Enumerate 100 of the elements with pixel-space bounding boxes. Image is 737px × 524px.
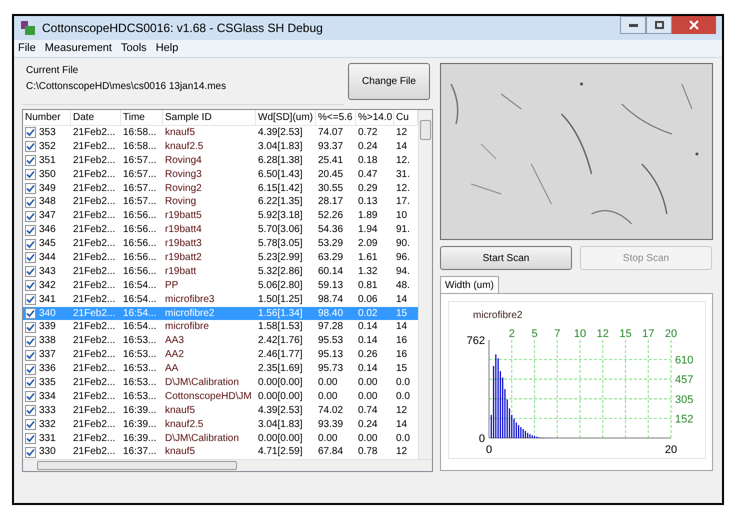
row-checkbox[interactable] — [25, 377, 36, 388]
row-checkbox[interactable] — [25, 364, 36, 375]
table-cell: 16:57... — [123, 168, 156, 182]
scan-button[interactable]: Start Scan — [440, 246, 572, 270]
row-checkbox[interactable] — [25, 336, 36, 347]
table-cell: 16:56... — [123, 264, 156, 279]
table-cell: 341 — [39, 292, 56, 307]
table-cell: 21Feb2... — [73, 154, 116, 168]
row-checkbox[interactable] — [25, 322, 36, 333]
table-row[interactable]: 352 21Feb2... 16:58... knauf2.5 3.04[1.83] 93.37 0.24 14 — [23, 140, 418, 154]
table-row[interactable]: 343 21Feb2... 16:56... r19batt 5.32[2.86] 60.14 1.32 94. — [23, 264, 418, 279]
minimize-button[interactable] — [620, 16, 646, 34]
table-cell: 16:53... — [123, 334, 156, 348]
row-checkbox[interactable] — [25, 238, 36, 250]
row-checkbox[interactable] — [25, 210, 36, 222]
table-row[interactable]: 350 21Feb2... 16:57... Roving3 6.50[1.43] 20.45 0.47 31. — [23, 168, 418, 182]
row-checkbox[interactable] — [25, 141, 36, 152]
table-cell: 3.04[1.83] — [258, 140, 302, 154]
table-cell: 0.13 — [358, 195, 378, 210]
app-icon — [20, 20, 36, 36]
table-row[interactable]: 351 21Feb2... 16:57... Roving4 6.28[1.38] 25.41 0.18 12. — [23, 154, 418, 168]
table-cell: 12 — [396, 404, 408, 418]
column-header[interactable]: %<=5.6 — [316, 110, 356, 125]
table-row[interactable]: 336 21Feb2... 16:53... AA 2.35[1.69] 95.73 0.14 15 — [23, 362, 418, 376]
table-row[interactable]: 331 21Feb2... 16:39... D\JM\Calibration 0.00[0.00] 0.00 0.00 0.0 — [23, 432, 418, 446]
row-checkbox[interactable] — [25, 419, 36, 430]
row-checkbox[interactable] — [25, 224, 36, 236]
table-cell: 2.46[1.77] — [258, 348, 302, 362]
table-cell: 12. — [396, 154, 410, 168]
row-checkbox[interactable] — [25, 446, 36, 458]
row-checkbox[interactable] — [25, 294, 36, 306]
table-cell: 0.00 — [358, 376, 378, 390]
vertical-scrollbar[interactable] — [418, 110, 432, 459]
row-checkbox[interactable] — [25, 350, 36, 361]
column-header[interactable]: Time — [121, 110, 163, 125]
tab[interactable]: Width (um) — [440, 276, 499, 293]
table-cell: r19batt — [165, 264, 196, 279]
table-row[interactable]: 330 21Feb2... 16:37... knauf5 4.71[2.59] 67.84 0.78 12 — [23, 445, 418, 459]
table-cell: 0.18 — [358, 154, 378, 168]
table-row[interactable]: 345 21Feb2... 16:56... r19batt3 5.78[3.05] 53.29 2.09 90. — [23, 237, 418, 252]
table-cell: 343 — [39, 264, 56, 279]
table-cell: 48. — [396, 278, 410, 293]
table-cell: 16:56... — [123, 250, 156, 265]
horizontal-scrollbar[interactable] — [23, 459, 432, 471]
menu-item[interactable]: Measurement — [44, 40, 112, 57]
column-header[interactable]: %>14.0 — [356, 110, 394, 125]
table-row[interactable]: 348 21Feb2... 16:57... Roving 6.22[1.35] 28.17 0.13 17. — [23, 195, 418, 210]
menu-item[interactable]: Tools — [121, 40, 147, 57]
close-button[interactable] — [672, 16, 716, 34]
table-row[interactable]: 344 21Feb2... 16:56... r19batt2 5.23[2.99] 63.29 1.61 96. — [23, 251, 418, 265]
table-cell: 0.14 — [358, 362, 378, 376]
table-row[interactable]: 342 21Feb2... 16:54... PP 5.06[2.80] 59.13 0.81 48. — [23, 278, 418, 293]
table-cell: 5.78[3.05] — [258, 237, 302, 252]
table-row[interactable]: 332 21Feb2... 16:39... knauf2.5 3.04[1.83] 93.39 0.24 14 — [23, 418, 418, 432]
table-cell: 21Feb2... — [73, 306, 116, 321]
table-row[interactable]: 333 21Feb2... 16:39... knauf5 4.39[2.53] 74.02 0.74 12 — [23, 404, 418, 418]
table-cell: 90. — [396, 237, 410, 252]
menu-item[interactable]: Help — [156, 40, 178, 57]
row-checkbox[interactable] — [25, 155, 36, 166]
column-header[interactable]: Number — [23, 110, 71, 125]
menu-item[interactable]: File — [18, 40, 36, 57]
row-checkbox[interactable] — [25, 127, 36, 138]
row-checkbox[interactable] — [25, 183, 36, 194]
table-cell: 21Feb2... — [73, 348, 116, 362]
table-cell: 14 — [396, 292, 408, 307]
table-cell: 2.42[1.76] — [258, 334, 302, 348]
row-checkbox[interactable] — [25, 391, 36, 402]
row-checkbox[interactable] — [25, 280, 36, 292]
table-cell: 16:57... — [123, 195, 156, 210]
table-row[interactable]: 337 21Feb2... 16:53... AA2 2.46[1.77] 95.13 0.26 16 — [23, 348, 418, 362]
table-row[interactable]: 353 21Feb2... 16:58... knauf5 4.39[2.53] 74.07 0.72 12 — [23, 126, 418, 140]
column-header[interactable]: Date — [71, 110, 121, 125]
table-cell: 0.26 — [358, 348, 378, 362]
top-tick-label: 17 — [642, 328, 654, 340]
row-checkbox[interactable] — [25, 266, 36, 278]
close-icon — [689, 20, 699, 30]
table-cell: 0.02 — [358, 306, 378, 321]
table-cell: 91. — [396, 223, 410, 238]
row-checkbox[interactable] — [25, 169, 36, 180]
table-row[interactable]: 341 21Feb2... 16:54... microfibre3 1.50[1.25] 98.74 0.06 14 — [23, 292, 418, 307]
table-cell: 12. — [396, 182, 410, 196]
row-checkbox[interactable] — [25, 405, 36, 416]
table-cell: 335 — [39, 376, 56, 390]
table-row[interactable]: 338 21Feb2... 16:53... AA3 2.42[1.76] 95.53 0.14 16 — [23, 334, 418, 348]
maximize-button[interactable] — [646, 16, 672, 34]
table-cell: 21Feb2... — [73, 264, 116, 279]
table-row[interactable]: 334 21Feb2... 16:53... CottonscopeHD\JM 0.00[0.00] 0.00 0.00 0.0 — [23, 390, 418, 404]
table-row[interactable]: 349 21Feb2... 16:57... Roving2 6.15[1.42] 30.55 0.29 12. — [23, 182, 418, 196]
table-row[interactable]: 335 21Feb2... 16:53... D\JM\Calibration 0.00[0.00] 0.00 0.00 0.0 — [23, 376, 418, 390]
row-checkbox[interactable] — [25, 308, 36, 320]
table-row[interactable]: 347 21Feb2... 16:56... r19batt5 5.92[3.18] 52.26 1.89 10 — [23, 209, 418, 224]
row-checkbox[interactable] — [25, 433, 36, 444]
table-row[interactable]: 346 21Feb2... 16:56... r19batt4 5.70[3.06] 54.36 1.94 91. — [23, 223, 418, 238]
row-checkbox[interactable] — [25, 196, 36, 208]
row-checkbox[interactable] — [25, 252, 36, 264]
column-header[interactable]: Sample ID — [163, 110, 256, 125]
change-file-button[interactable]: Change File — [348, 63, 430, 100]
table-cell: microfibre2 — [165, 306, 214, 321]
column-header[interactable]: Wd[SD](um) — [256, 110, 316, 125]
table-row[interactable]: 339 21Feb2... 16:54... microfibre 1.58[1.53] 97.28 0.14 14 — [23, 320, 418, 334]
